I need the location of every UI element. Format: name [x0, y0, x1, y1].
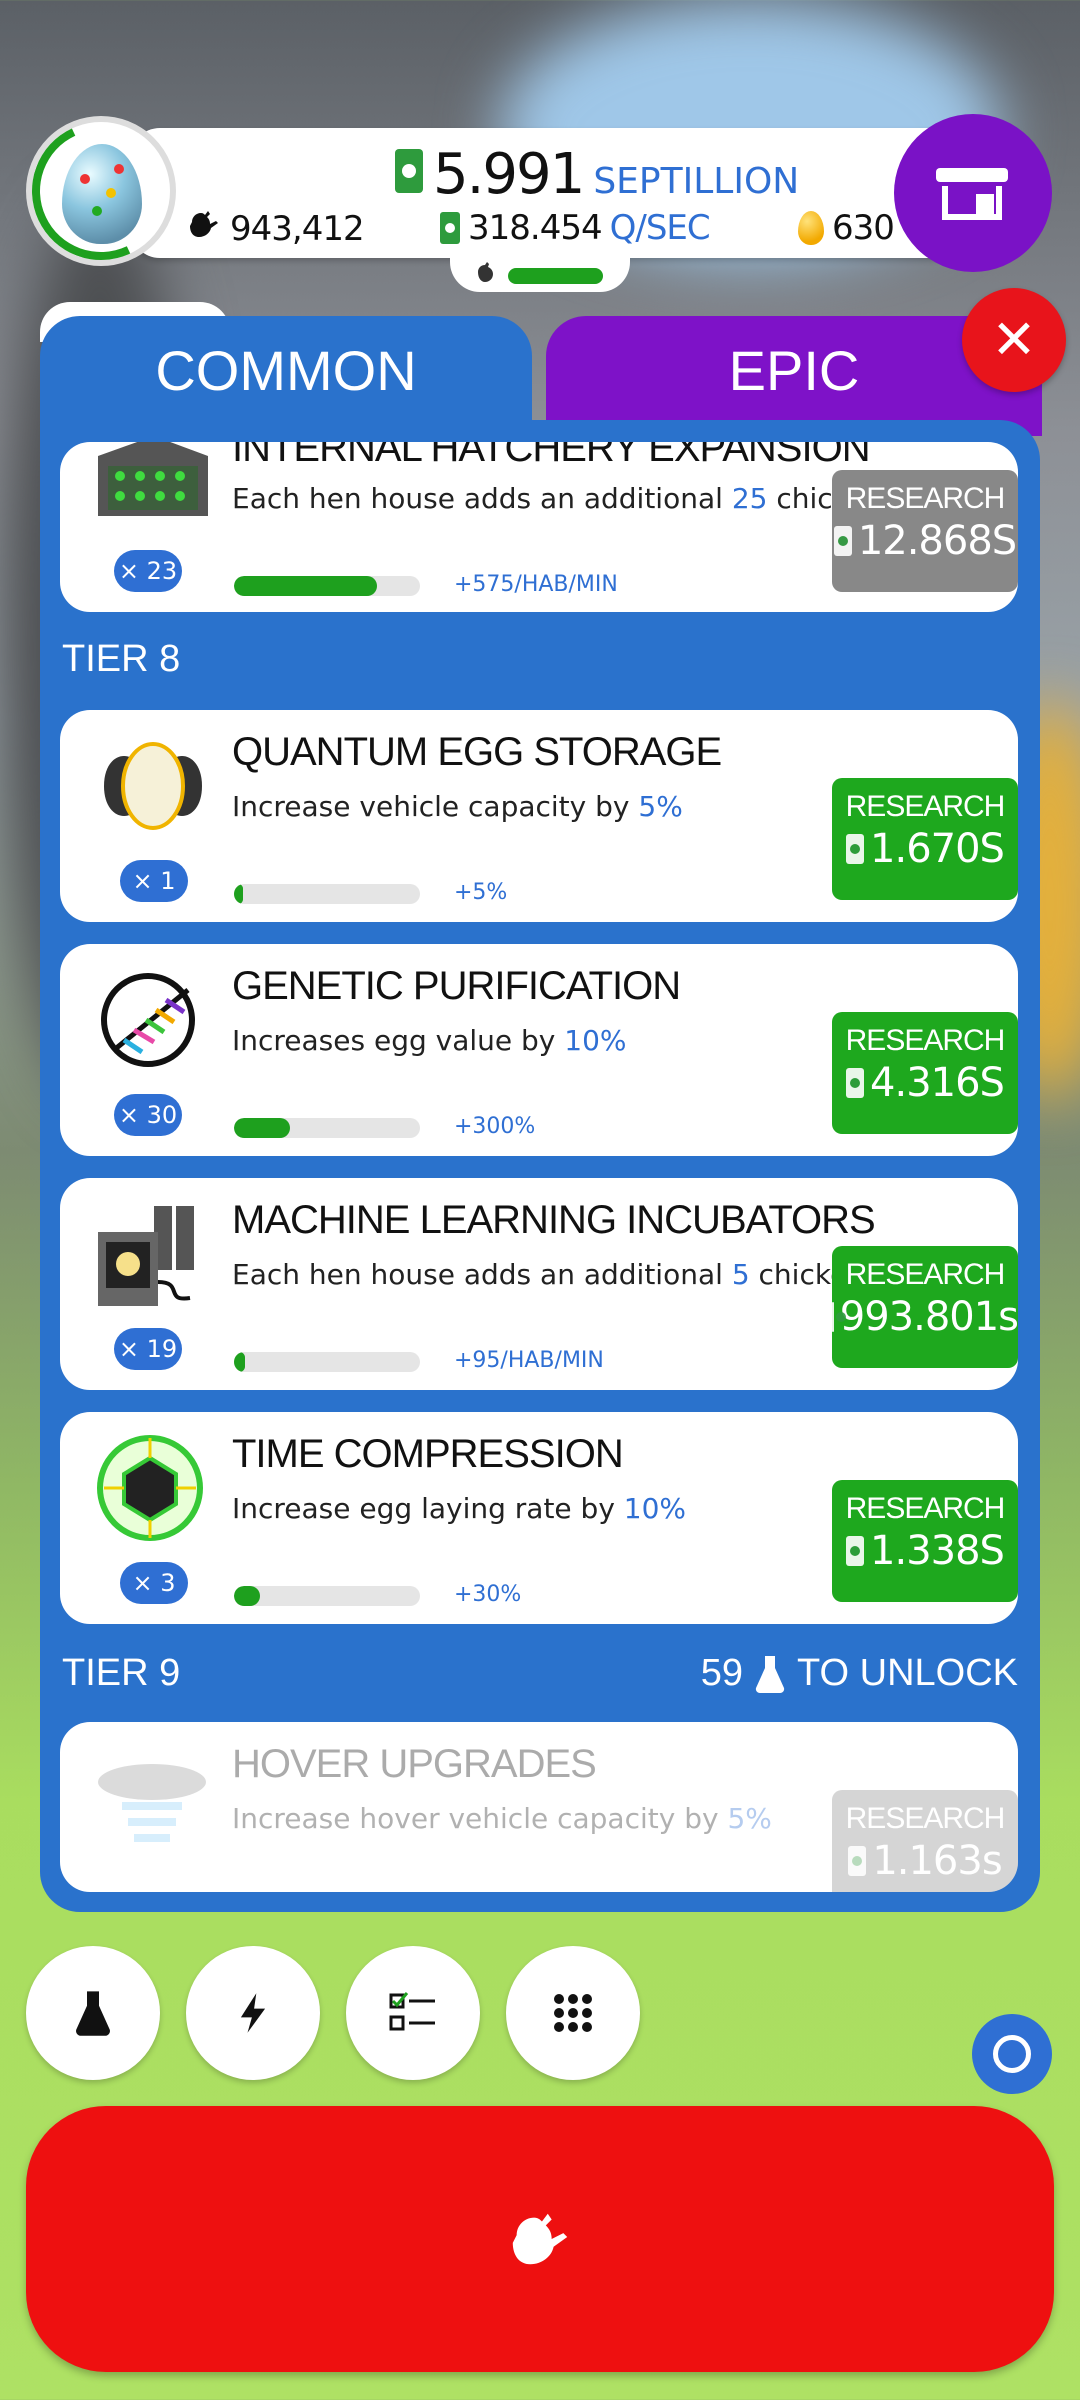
money-icon [833, 526, 852, 556]
grid-icon [554, 1994, 592, 2032]
chicken-count-value: 943,412 [230, 208, 365, 249]
research-card-machine-learning-incubators: × 19 MACHINE LEARNING INCUBATORS Each he… [60, 1178, 1018, 1390]
research-title: TIME COMPRESSION [232, 1432, 624, 1476]
money-icon [440, 212, 460, 244]
count-badge: × 30 [114, 1094, 182, 1136]
research-bonus: +95/HAB/MIN [454, 1348, 604, 1373]
money-unit: SEPTILLION [593, 161, 800, 202]
research-cost: 1.338S [870, 1528, 1005, 1574]
research-title: QUANTUM EGG STORAGE [232, 730, 722, 774]
income-rate: 318.454 Q/SEC [440, 208, 711, 248]
tier-8-header: TIER 8 [62, 638, 181, 680]
research-description: Increase hover vehicle capacity by 5% [232, 1802, 772, 1835]
count-badge: × 23 [114, 550, 182, 592]
research-button: RESEARCH 1.163s [832, 1790, 1018, 1892]
chicken-icon [186, 208, 222, 249]
research-button[interactable]: RESEARCH 1.670S [832, 778, 1018, 900]
golden-egg-icon [798, 211, 824, 245]
money-value: 5.991 [433, 142, 585, 207]
circle-icon [993, 2035, 1031, 2073]
egg-avatar[interactable] [12, 102, 190, 280]
research-card-genetic-purification: × 30 GENETIC PURIFICATION Increases egg … [60, 944, 1018, 1156]
research-button[interactable]: RESEARCH 1.338S [832, 1480, 1018, 1602]
hover-vehicle-icon [94, 1742, 212, 1860]
flask-icon [76, 1991, 110, 2036]
research-bonus: +300% [454, 1114, 536, 1139]
research-title: HOVER UPGRADES [232, 1742, 597, 1786]
research-bonus: +5% [454, 880, 508, 905]
progress-bar [234, 1352, 420, 1372]
research-menu-button[interactable] [26, 1946, 160, 2080]
tab-common[interactable]: COMMON [40, 316, 532, 436]
hatch-chicken-button[interactable] [26, 2106, 1054, 2372]
research-bonus: +575/HAB/MIN [454, 572, 618, 597]
money-icon [848, 1846, 867, 1876]
dna-icon [94, 970, 212, 1088]
research-description: Increases egg value by 10% [232, 1024, 627, 1057]
chicken-icon [478, 262, 493, 282]
shop-button[interactable] [894, 114, 1052, 272]
money-icon [846, 1536, 865, 1566]
shop-icon [936, 168, 1008, 182]
count-badge: × 1 [120, 860, 188, 902]
research-button[interactable]: RESEARCH 993.801s [832, 1246, 1018, 1368]
progress-bar [234, 576, 420, 596]
research-card-hover-upgrades: HOVER UPGRADES Increase hover vehicle ca… [60, 1722, 1018, 1892]
incubator-icon [94, 1202, 212, 1320]
money-icon [832, 1302, 845, 1332]
close-button[interactable]: ✕ [962, 288, 1066, 392]
golden-egg-value: 630 [832, 208, 895, 248]
research-title: INTERNAL HATCHERY EXPANSION [232, 442, 871, 470]
hatchery-fill [508, 268, 603, 284]
golden-egg-count: 630 [798, 208, 895, 248]
research-button[interactable]: RESEARCH 4.316S [832, 1012, 1018, 1134]
research-button[interactable]: RESEARCH 12.868S [832, 470, 1018, 592]
hen-house-icon [94, 442, 212, 554]
flask-icon [755, 1655, 785, 1693]
money-icon [395, 149, 423, 193]
research-title: GENETIC PURIFICATION [232, 964, 681, 1008]
boost-button[interactable] [186, 1946, 320, 2080]
progress-bar [234, 1586, 420, 1606]
hatchery-bar [450, 252, 630, 292]
lightning-icon [240, 1993, 266, 2033]
tier-9-unlock: 59 TO UNLOCK [701, 1652, 1018, 1695]
money-icon [846, 834, 865, 864]
count-badge: × 3 [120, 1562, 188, 1604]
progress-bar [234, 884, 420, 904]
research-cost: 4.316S [870, 1060, 1005, 1106]
unlock-count: 59 [700, 1652, 743, 1694]
income-unit: Q/SEC [609, 208, 711, 248]
research-cost: 12.868S [857, 518, 1017, 564]
research-title: MACHINE LEARNING INCUBATORS [232, 1198, 876, 1242]
research-bonus: +30% [454, 1582, 522, 1607]
money-icon [846, 1068, 865, 1098]
research-card-time-compression: × 3 TIME COMPRESSION Increase egg laying… [60, 1412, 1018, 1624]
research-card-internal-hatchery: × 23 INTERNAL HATCHERY EXPANSION Each he… [60, 442, 1018, 612]
quantum-egg-icon [94, 736, 212, 854]
close-icon: ✕ [991, 308, 1037, 371]
income-value: 318.454 [468, 208, 603, 248]
money-display: 5.991 SEPTILLION [395, 142, 799, 207]
tier-9-header: TIER 9 [62, 1652, 181, 1694]
chicken-hatch-icon [512, 2213, 568, 2265]
chicken-count: 943,412 [186, 208, 365, 249]
unlock-text: TO UNLOCK [796, 1652, 1018, 1694]
checklist-icon [389, 1992, 435, 2031]
research-description: Increase egg laying rate by 10% [232, 1492, 687, 1525]
time-compression-icon [94, 1434, 212, 1552]
research-description: Increase vehicle capacity by 5% [232, 790, 683, 823]
research-card-quantum-egg-storage: × 1 QUANTUM EGG STORAGE Increase vehicle… [60, 710, 1018, 922]
missions-button[interactable] [346, 1946, 480, 2080]
menu-grid-button[interactable] [506, 1946, 640, 2080]
research-cost: 993.801s [839, 1294, 1018, 1340]
research-cost: 1.670S [870, 826, 1005, 872]
progress-bar [234, 1118, 420, 1138]
research-cost: 1.163s [872, 1838, 1002, 1884]
home-overlay-button[interactable] [972, 2014, 1052, 2094]
research-panel[interactable]: × 23 INTERNAL HATCHERY EXPANSION Each he… [40, 420, 1040, 1912]
count-badge: × 19 [114, 1328, 182, 1370]
